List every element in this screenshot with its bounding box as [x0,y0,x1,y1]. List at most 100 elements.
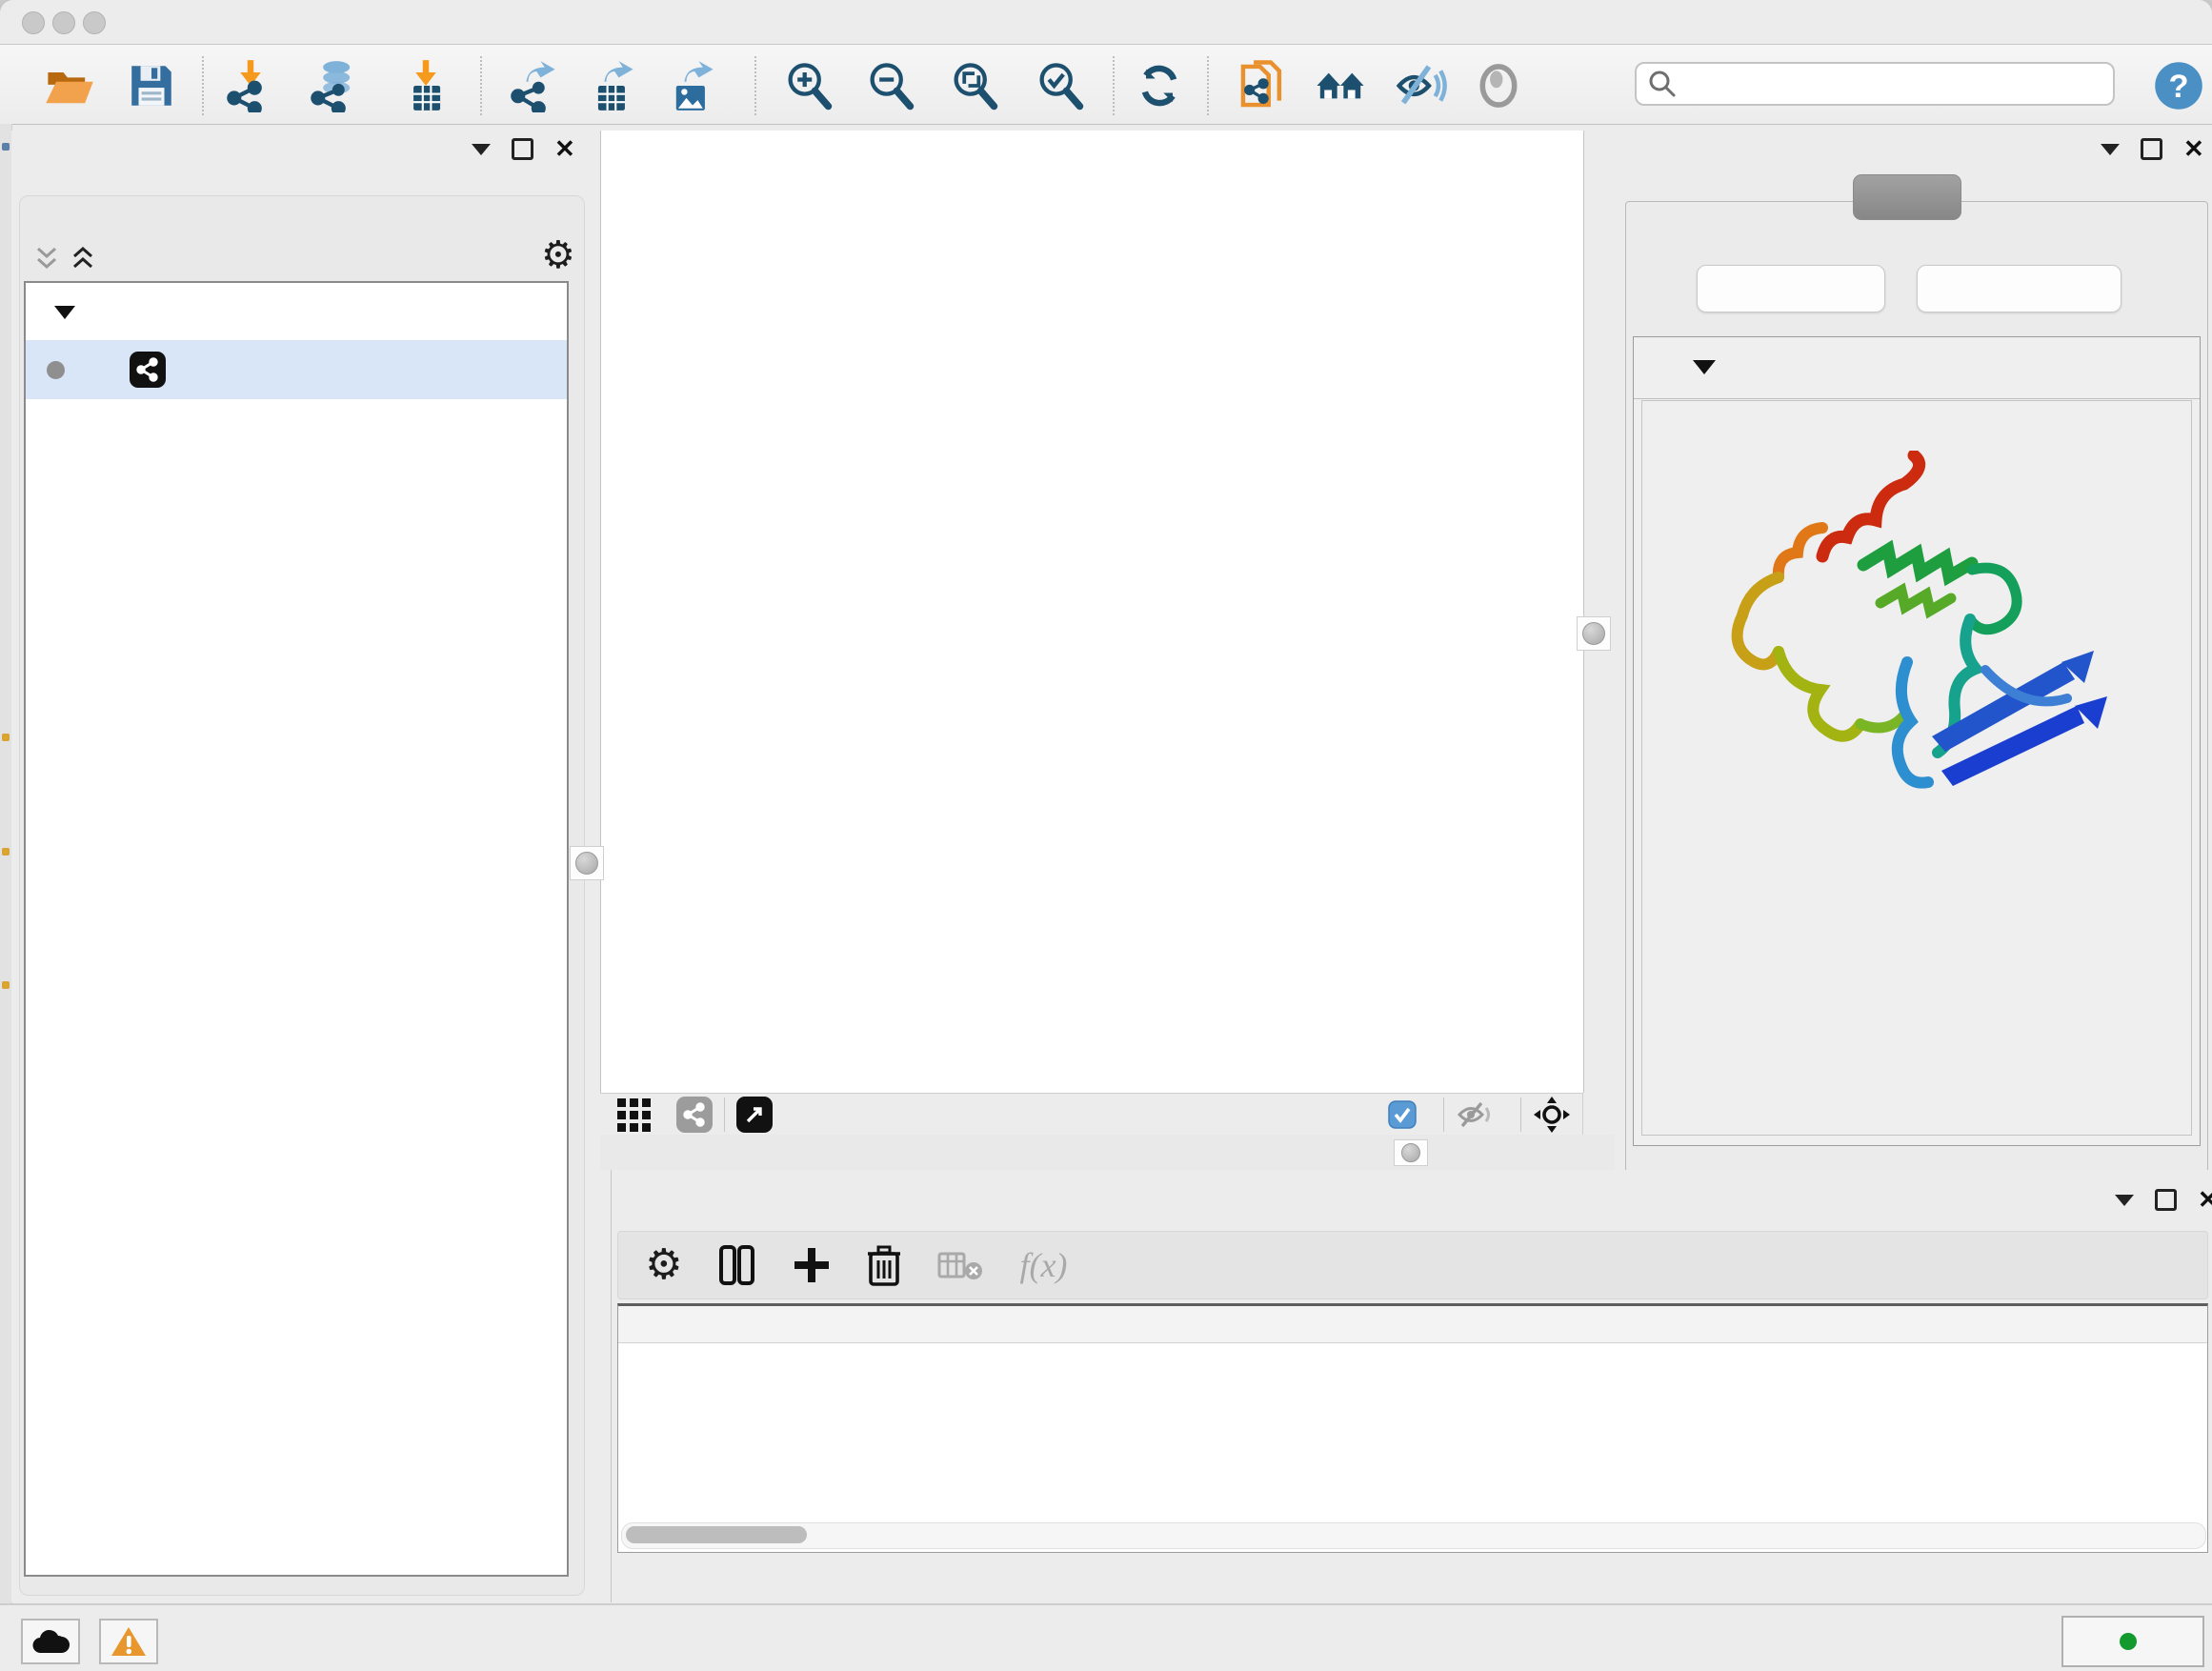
node-table [617,1303,2208,1553]
string-document-icon [1235,58,1290,113]
string-import-button[interactable] [1235,58,1290,113]
zoom-selected-button[interactable] [1033,58,1088,113]
export-table-button[interactable] [585,58,640,113]
close-panel-icon[interactable]: ✕ [2198,1192,2212,1208]
expand-all-button[interactable] [1697,265,1885,312]
main-toolbar: ? [0,45,2212,125]
table-toolbar: ⚙ f(x) [617,1231,2208,1299]
collapse-all-networks-icon[interactable] [70,245,95,273]
export-image-icon [666,59,719,112]
toolbar-separator [1113,56,1115,115]
add-column-icon[interactable] [793,1246,831,1284]
detach-view-icon[interactable] [736,1097,773,1133]
save-session-button[interactable] [124,58,179,113]
cloud-button[interactable] [21,1619,80,1664]
float-panel-icon[interactable] [2141,138,2162,160]
table-hscrollbar[interactable] [621,1522,2206,1549]
status-bar [0,1603,2212,1671]
home-layout-button[interactable] [1313,58,1368,113]
cloud-icon [31,1628,70,1655]
hide-unhide-button[interactable] [1393,58,1448,113]
protein-structure-image [1699,451,2119,822]
panel-menu-icon[interactable] [2101,144,2120,155]
refresh-icon [1133,59,1186,112]
zoom-selected-icon [1034,59,1087,112]
collapse-triangle-icon[interactable] [54,306,75,319]
selected-checkbox-icon[interactable] [1388,1100,1417,1129]
app-window: ? ✕ ⚙ [0,0,2212,1671]
warnings-button[interactable] [99,1619,158,1664]
splitter-handle[interactable] [1577,616,1611,651]
zoom-in-icon [782,59,835,112]
tab-string[interactable] [1853,174,1961,220]
open-folder-icon [43,59,96,112]
network-list-subheader: ⚙ [29,238,562,280]
gene-section [1633,336,2201,1146]
hidden-eye-icon[interactable] [1456,1100,1494,1129]
network-status-dot [47,361,65,379]
memory-status-icon [2120,1633,2137,1650]
network-row[interactable] [26,340,567,399]
collapse-all-button[interactable] [1917,265,2122,312]
search-input[interactable] [1679,70,2113,98]
function-builder-icon[interactable]: f(x) [1019,1245,1067,1285]
show-columns-icon[interactable] [718,1244,756,1286]
search-icon [1646,68,1679,100]
network-badge-icon [676,1097,713,1133]
splitter-handle[interactable] [1394,1139,1428,1166]
network-canvas[interactable] [600,131,1584,1093]
toolbar-separator [202,56,204,115]
network-view-toolbar [600,1093,1583,1137]
import-network-database-button[interactable] [307,58,362,113]
expand-all-networks-icon[interactable] [34,245,59,273]
separator [724,1097,725,1132]
import-table-icon [399,59,452,112]
network-tree [24,281,569,1577]
float-panel-icon[interactable] [512,138,533,160]
eye-disabled-icon [1471,58,1526,113]
export-image-button[interactable] [665,58,720,113]
birds-eye-toggle-icon[interactable] [1533,1096,1571,1134]
export-table-icon [586,59,639,112]
network-options-gear-icon[interactable]: ⚙ [541,236,575,274]
toolbar-separator [754,56,756,115]
zoom-in-button[interactable] [781,58,836,113]
delete-column-icon[interactable] [867,1244,901,1286]
string-network-icon [130,352,166,388]
save-floppy-icon [126,60,177,111]
gene-section-header[interactable] [1634,337,2200,399]
help-button[interactable]: ? [2151,58,2206,113]
gene-details [1641,400,2192,1136]
float-panel-icon[interactable] [2155,1189,2177,1211]
minimize-window-button[interactable] [52,11,75,34]
scrollbar-thumb[interactable] [626,1526,807,1543]
close-window-button[interactable] [22,11,45,34]
table-options-gear-icon[interactable]: ⚙ [645,1246,682,1284]
collapse-triangle-icon[interactable] [1693,360,1716,374]
refresh-view-button[interactable] [1132,58,1187,113]
memory-button[interactable] [2061,1616,2204,1667]
zoom-window-button[interactable] [83,11,106,34]
zoom-fit-button[interactable] [947,58,1002,113]
export-network-button[interactable] [507,58,562,113]
import-table-file-button[interactable] [398,58,453,113]
close-panel-icon[interactable]: ✕ [554,141,575,157]
warning-icon [111,1625,147,1658]
zoom-out-button[interactable] [863,58,918,113]
panel-menu-icon[interactable] [2115,1195,2134,1206]
export-network-icon [508,59,561,112]
close-panel-icon[interactable]: ✕ [2183,141,2204,157]
panel-menu-icon[interactable] [472,144,491,155]
grid-view-icon[interactable] [615,1097,655,1133]
network-collection-row[interactable] [26,285,567,340]
separator [1520,1097,1521,1132]
open-session-button[interactable] [42,58,97,113]
import-network-file-button[interactable] [223,58,278,113]
show-graphics-button[interactable] [1471,58,1526,113]
import-network-icon [224,59,277,112]
search-box [1635,62,2115,106]
delete-table-icon[interactable] [937,1248,983,1282]
splitter-handle[interactable] [570,846,604,880]
separator [1443,1097,1444,1132]
toolbar-separator [1207,56,1209,115]
